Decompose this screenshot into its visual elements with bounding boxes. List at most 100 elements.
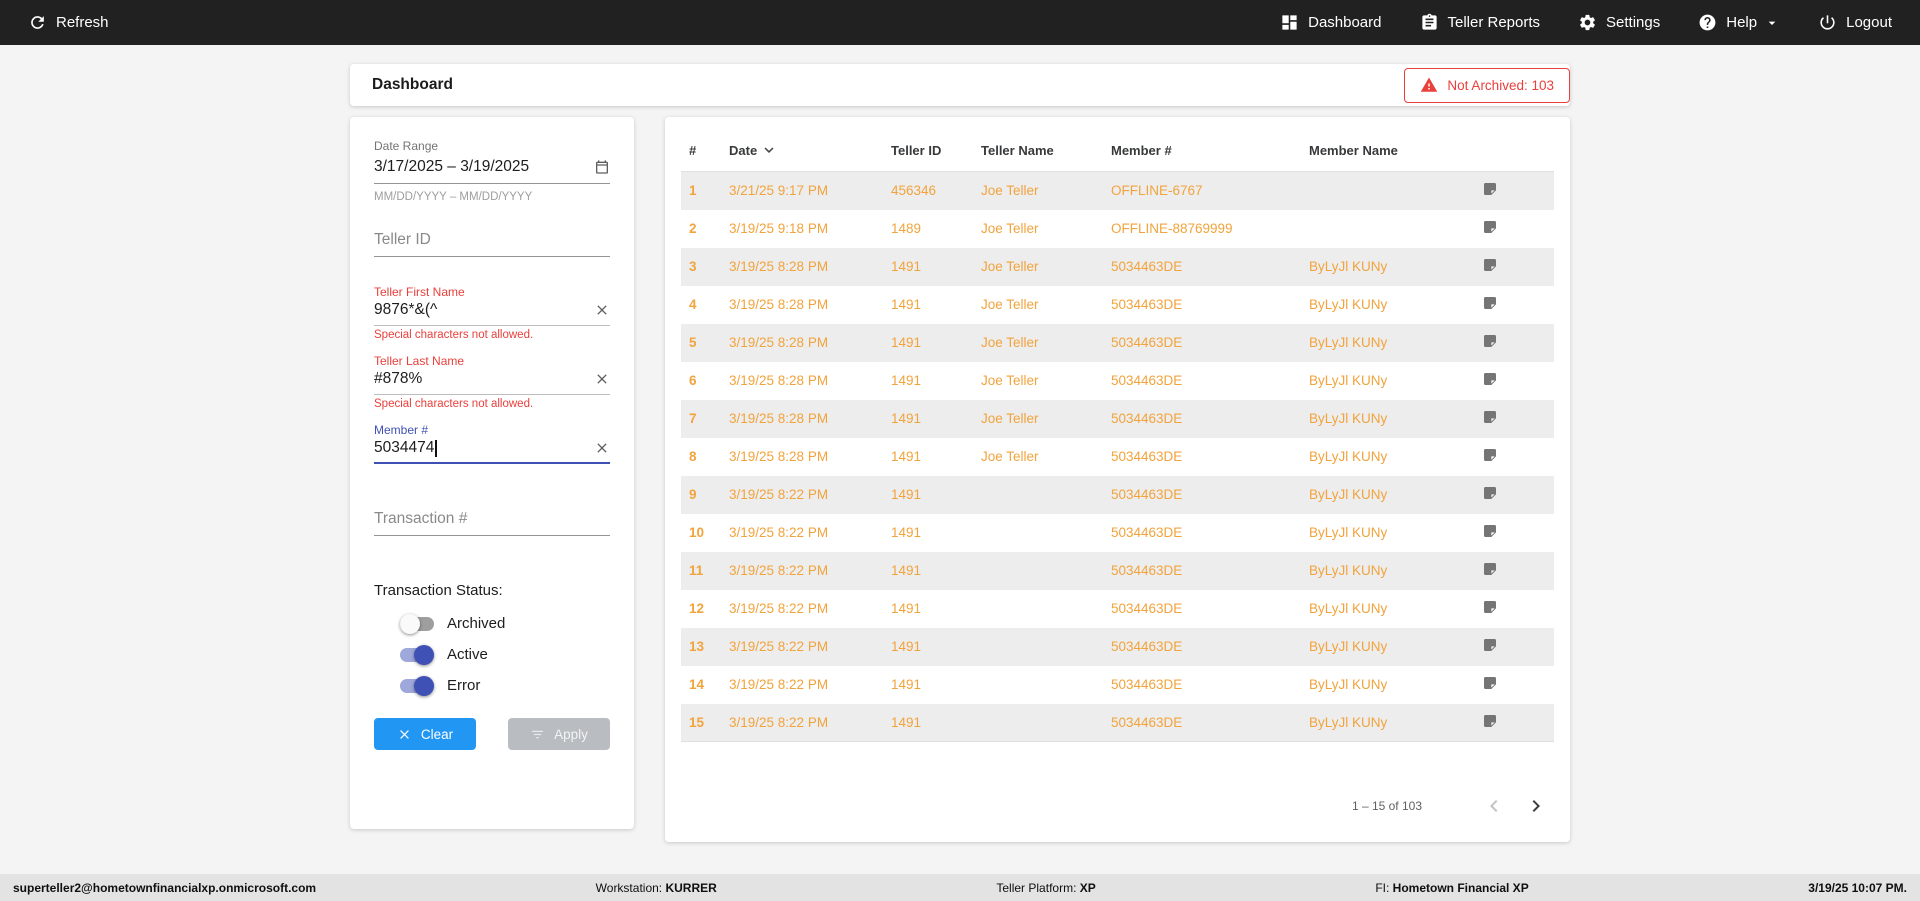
note-icon[interactable]: [1482, 675, 1498, 691]
note-icon[interactable]: [1482, 333, 1498, 349]
row-member-num: 5034463DE: [1111, 411, 1183, 426]
archived-switch[interactable]: [400, 613, 434, 634]
apply-button-label: Apply: [554, 726, 588, 742]
row-member-num: OFFLINE-6767: [1111, 183, 1203, 199]
transaction-status-label: Transaction Status:: [374, 582, 503, 599]
row-member-name: ByLyJl KUNy: [1309, 335, 1388, 350]
table-row[interactable]: 4 3/19/25 8:28 PM 1491 Joe Teller 503446…: [681, 286, 1554, 324]
row-number: 9: [689, 487, 697, 502]
clear-last-name-icon[interactable]: [594, 371, 610, 387]
clear-button[interactable]: Clear: [374, 718, 476, 750]
footer-teller-platform: Teller Platform: XP: [996, 881, 1095, 895]
table-row[interactable]: 12 3/19/25 8:22 PM 1491 5034463DE ByLyJl…: [681, 590, 1554, 628]
active-switch[interactable]: [400, 644, 434, 665]
footer-fi-label: FI:: [1375, 880, 1390, 895]
active-toggle-label: Active: [447, 646, 488, 663]
note-icon[interactable]: [1482, 637, 1498, 653]
clear-member-number-icon[interactable]: [594, 440, 610, 456]
footer-workstation: Workstation: KURRER: [596, 881, 717, 895]
nav-logout[interactable]: Logout: [1818, 13, 1892, 32]
row-teller-id: 1491: [891, 259, 922, 274]
note-icon[interactable]: [1482, 713, 1498, 729]
table-row[interactable]: 10 3/19/25 8:22 PM 1491 5034463DE ByLyJl…: [681, 514, 1554, 552]
archived-toggle-label: Archived: [447, 615, 506, 632]
note-icon[interactable]: [1482, 295, 1498, 311]
row-teller-name: Joe Teller: [981, 183, 1039, 199]
next-page-button[interactable]: [1524, 794, 1548, 818]
error-switch[interactable]: [400, 675, 434, 696]
row-teller-name: [973, 703, 1103, 742]
row-member-name: [1301, 172, 1474, 210]
table-row[interactable]: 5 3/19/25 8:28 PM 1491 Joe Teller 503446…: [681, 323, 1554, 362]
clear-first-name-icon[interactable]: [594, 302, 610, 318]
table-row[interactable]: 7 3/19/25 8:28 PM 1491 Joe Teller 503446…: [681, 399, 1554, 438]
date-range-label: Date Range: [374, 139, 439, 153]
row-teller-name: Joe Teller: [981, 449, 1039, 464]
table-row[interactable]: 13 3/19/25 8:22 PM 1491 5034463DE ByLyJl…: [681, 627, 1554, 666]
note-icon[interactable]: [1482, 409, 1498, 425]
row-teller-id: 1491: [891, 373, 922, 388]
table-row[interactable]: 3 3/19/25 8:28 PM 1491 Joe Teller 503446…: [681, 247, 1554, 286]
note-icon[interactable]: [1482, 561, 1498, 577]
chevron-left-icon: [1490, 800, 1498, 812]
table-row[interactable]: 14 3/19/25 8:22 PM 1491 5034463DE ByLyJl…: [681, 666, 1554, 704]
row-member-num: 5034463DE: [1111, 487, 1183, 502]
footer-workstation-label: Workstation:: [595, 880, 663, 895]
nav-dashboard[interactable]: Dashboard: [1280, 13, 1382, 32]
col-date[interactable]: Date: [721, 129, 883, 172]
table-row[interactable]: 8 3/19/25 8:28 PM 1491 Joe Teller 503446…: [681, 438, 1554, 476]
teller-id-placeholder: Teller ID: [374, 231, 431, 248]
transaction-number-input[interactable]: Transaction #: [374, 510, 610, 536]
topbar-nav: Dashboard Teller Reports Settings Help L…: [1280, 13, 1892, 32]
table-row[interactable]: 15 3/19/25 8:22 PM 1491 5034463DE ByLyJl…: [681, 703, 1554, 742]
row-member-name: ByLyJl KUNy: [1309, 449, 1388, 464]
nav-help[interactable]: Help: [1698, 13, 1780, 32]
note-icon[interactable]: [1482, 371, 1498, 387]
footer-fi: FI: Hometown Financial XP: [1375, 881, 1528, 895]
teller-first-name-field: Teller First Name 9876*&(^ Special chara…: [374, 285, 610, 341]
row-teller-name: [973, 552, 1103, 590]
nav-settings[interactable]: Settings: [1578, 13, 1660, 32]
apply-button[interactable]: Apply: [508, 718, 610, 750]
note-icon[interactable]: [1482, 257, 1498, 273]
note-icon[interactable]: [1482, 523, 1498, 539]
row-number: 7: [689, 411, 697, 426]
table-row[interactable]: 11 3/19/25 8:22 PM 1491 5034463DE ByLyJl…: [681, 551, 1554, 590]
sort-desc-icon[interactable]: [760, 141, 778, 159]
table-row[interactable]: 6 3/19/25 8:28 PM 1491 Joe Teller 503446…: [681, 362, 1554, 400]
row-teller-name: Joe Teller: [981, 335, 1039, 350]
teller-first-name-input[interactable]: 9876*&(^: [374, 301, 610, 326]
note-icon[interactable]: [1482, 181, 1498, 197]
date-range-helper: MM/DD/YYYY – MM/DD/YYYY: [374, 191, 533, 203]
date-range-input[interactable]: 3/17/2025 – 3/19/2025: [374, 158, 610, 184]
teller-id-input[interactable]: Teller ID: [374, 231, 610, 257]
transactions-panel: # Date Teller ID Teller Name Member # Me…: [665, 117, 1570, 842]
transaction-number-field: Transaction #: [374, 510, 610, 536]
calendar-icon[interactable]: [594, 159, 610, 175]
toggle-archived[interactable]: Archived: [400, 613, 610, 634]
note-icon[interactable]: [1482, 599, 1498, 615]
row-member-name: ByLyJl KUNy: [1309, 487, 1388, 502]
prev-page-button[interactable]: [1482, 794, 1506, 818]
member-number-input[interactable]: 5034474: [374, 439, 610, 464]
col-date-label: Date: [729, 142, 758, 158]
toggle-active[interactable]: Active: [400, 644, 610, 665]
toggle-error[interactable]: Error: [400, 675, 610, 696]
row-member-name: ByLyJl KUNy: [1309, 259, 1388, 274]
refresh-button[interactable]: Refresh: [28, 13, 109, 32]
table-row[interactable]: 2 3/19/25 9:18 PM 1489 Joe Teller OFFLIN…: [681, 210, 1554, 248]
table-body: 1 3/21/25 9:17 PM 456346 Joe Teller OFFL…: [681, 171, 1554, 742]
table-row[interactable]: 9 3/19/25 8:22 PM 1491 5034463DE ByLyJl …: [681, 475, 1554, 514]
note-icon[interactable]: [1482, 447, 1498, 463]
row-member-name: ByLyJl KUNy: [1309, 601, 1388, 616]
nav-teller-reports-label: Teller Reports: [1447, 14, 1541, 31]
row-teller-id: 1491: [891, 601, 922, 616]
table-row[interactable]: 1 3/21/25 9:17 PM 456346 Joe Teller OFFL…: [681, 171, 1554, 210]
note-icon[interactable]: [1482, 219, 1498, 235]
footer: superteller2@hometownfinancialxp.onmicro…: [0, 874, 1920, 901]
nav-teller-reports[interactable]: Teller Reports: [1420, 13, 1541, 32]
note-icon[interactable]: [1482, 485, 1498, 501]
row-teller-name: [973, 666, 1103, 704]
teller-last-name-input[interactable]: #878%: [374, 370, 610, 395]
col-teller-name: Teller Name: [973, 129, 1103, 172]
